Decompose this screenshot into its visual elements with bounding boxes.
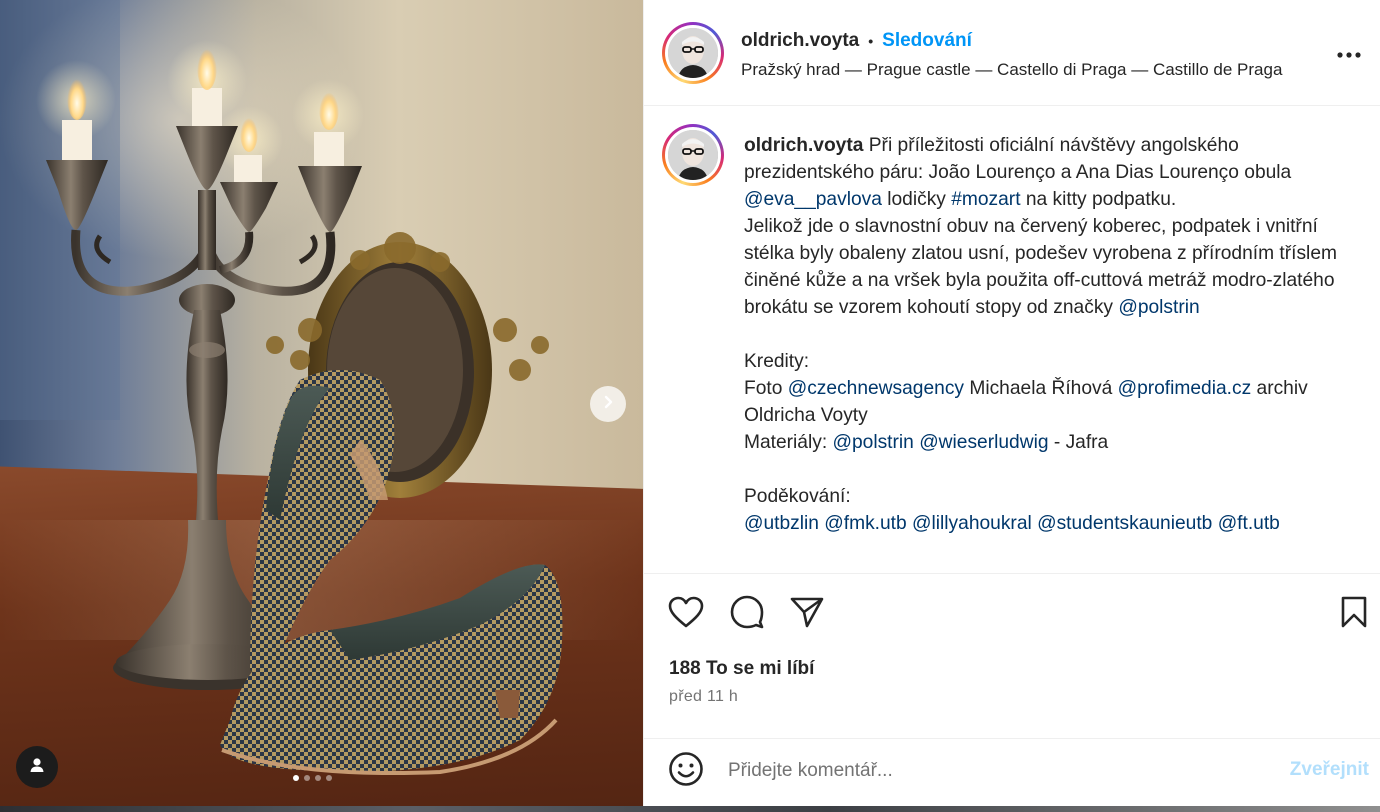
caption-mention-link[interactable]: @wieserludwig xyxy=(919,432,1048,453)
caption-mention-link[interactable]: #mozart xyxy=(951,189,1020,210)
post-caption: oldrich.voyta Při příležitosti oficiální… xyxy=(744,132,1359,537)
comment-button[interactable] xyxy=(727,594,767,634)
chevron-right-icon xyxy=(601,395,615,414)
post-comment-button[interactable]: Zveřejnit xyxy=(1290,759,1369,781)
caption-mention-link[interactable]: @ft.utb xyxy=(1218,513,1280,534)
post-photo xyxy=(0,0,563,776)
author-username[interactable]: oldrich.voyta xyxy=(741,30,859,52)
separator-dot: • xyxy=(868,33,874,49)
more-horizontal-icon xyxy=(1337,45,1361,63)
likes-count[interactable]: 188 To se mi líbí xyxy=(669,658,814,680)
paper-plane-icon xyxy=(790,596,824,633)
carousel-dot xyxy=(315,775,321,781)
caption-username[interactable]: oldrich.voyta xyxy=(744,135,863,156)
share-button[interactable] xyxy=(787,594,827,634)
carousel-dot xyxy=(293,775,299,781)
heart-icon xyxy=(668,596,704,633)
bookmark-icon xyxy=(1340,596,1368,633)
post-actions: 188 To se mi líbí před 11 h xyxy=(644,573,1380,739)
emoji-button[interactable] xyxy=(666,751,706,791)
caption-mention-link[interactable]: @eva__pavlova xyxy=(744,189,882,210)
post-location[interactable]: Pražský hrad — Prague castle — Castello … xyxy=(741,60,1282,80)
post-media[interactable] xyxy=(0,0,643,806)
caption-mention-link[interactable]: @lillyahoukral xyxy=(912,513,1032,534)
person-icon xyxy=(28,756,46,779)
caption-mention-link[interactable]: @polstrin xyxy=(833,432,914,453)
carousel-next-button[interactable] xyxy=(590,386,626,422)
following-button[interactable]: Sledování xyxy=(882,30,972,52)
caption-text: lodičky xyxy=(881,189,952,210)
caption-mention-link[interactable]: @studentskaunieutb xyxy=(1037,513,1212,534)
caption-section: oldrich.voyta Při příležitosti oficiální… xyxy=(644,107,1380,573)
caption-mention-link[interactable]: @profimedia.cz xyxy=(1118,378,1252,399)
carousel-dot xyxy=(304,775,310,781)
comment-bubble-icon xyxy=(730,595,764,634)
smiley-icon xyxy=(668,751,704,792)
comment-input[interactable] xyxy=(728,753,1268,789)
shoes xyxy=(220,370,563,776)
caption-mention-link[interactable]: @czechnewsagency xyxy=(788,378,964,399)
save-button[interactable] xyxy=(1334,594,1374,634)
caption-mention-link[interactable]: @fmk.utb xyxy=(824,513,906,534)
more-options-button[interactable] xyxy=(1335,40,1363,68)
post-panel: oldrich.voyta • Sledování Pražský hrad —… xyxy=(643,0,1380,806)
comment-bar: Zveřejnit xyxy=(644,738,1380,806)
like-button[interactable] xyxy=(666,594,706,634)
user-tags-button[interactable] xyxy=(16,746,58,788)
caption-mention-link[interactable]: @utbzlin xyxy=(744,513,819,534)
carousel-dot xyxy=(326,775,332,781)
caption-mention-link[interactable]: @polstrin xyxy=(1118,297,1199,318)
caption-text: Michaela Říhová xyxy=(964,378,1118,399)
caption-author-avatar[interactable] xyxy=(662,124,724,186)
post-timestamp[interactable]: před 11 h xyxy=(669,688,738,706)
post-header: oldrich.voyta • Sledování Pražský hrad —… xyxy=(644,0,1380,106)
author-avatar[interactable] xyxy=(662,22,724,84)
avatar-photo xyxy=(668,130,718,180)
carousel-indicator xyxy=(293,775,332,781)
avatar-photo xyxy=(668,28,718,78)
